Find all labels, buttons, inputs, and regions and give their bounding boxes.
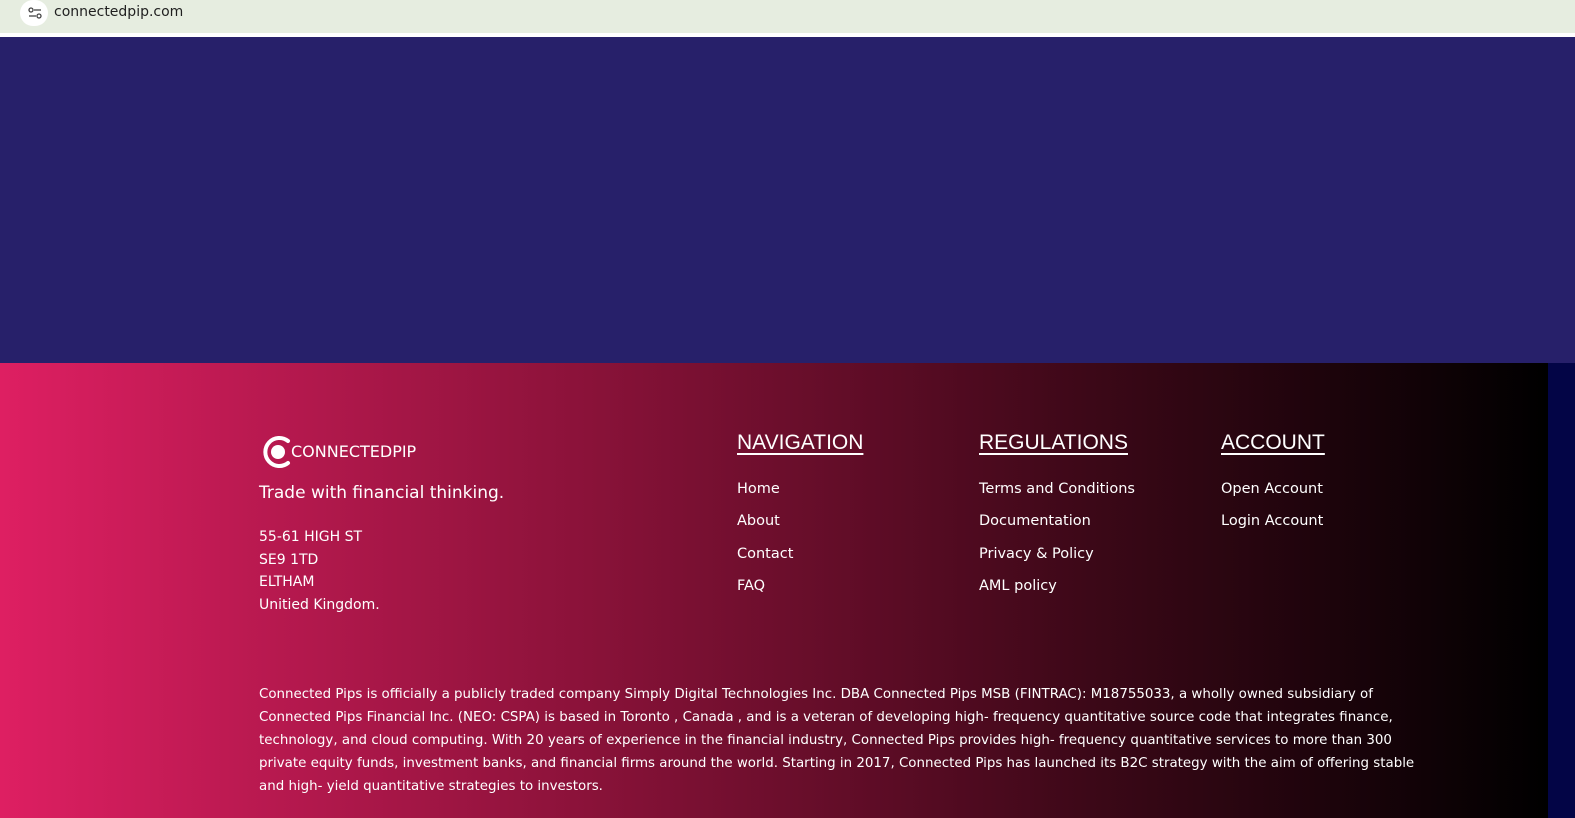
logo-text: CONNECTEDPIP — [291, 442, 417, 461]
navigation-column: NAVIGATION Home About Contact FAQ — [737, 431, 863, 602]
connectedpip-logo[interactable]: CONNECTEDPIP — [261, 434, 461, 470]
page-edge-strip — [1548, 363, 1575, 818]
address-line: 55-61 HIGH ST — [259, 529, 363, 545]
logo-mark-icon — [263, 436, 290, 468]
tagline: Trade with financial thinking. — [259, 483, 505, 503]
site-footer: CONNECTEDPIP Trade with financial thinki… — [0, 363, 1548, 818]
browser-address-bar: connectedpip.com — [0, 0, 1575, 37]
address-line: ELTHAM — [259, 574, 315, 590]
company-disclaimer: Connected Pips is officially a publicly … — [259, 687, 1415, 794]
site-settings-icon[interactable] — [20, 0, 48, 26]
company-address: 55-61 HIGH ST SE9 1TD ELTHAM Unitied Kin… — [259, 526, 380, 616]
url-field[interactable]: connectedpip.com — [18, 0, 618, 26]
regulations-heading: REGULATIONS — [979, 431, 1128, 454]
regulations-column: REGULATIONS Terms and Conditions Documen… — [979, 431, 1135, 602]
footer-link-login-account[interactable]: Login Account — [1221, 505, 1325, 537]
url-text[interactable]: connectedpip.com — [54, 4, 183, 20]
footer-link-about[interactable]: About — [737, 505, 863, 537]
address-line: Unitied Kingdom. — [259, 596, 380, 613]
footer-link-home[interactable]: Home — [737, 473, 863, 505]
footer-link-contact[interactable]: Contact — [737, 538, 863, 570]
footer-link-documentation[interactable]: Documentation — [979, 505, 1135, 537]
account-column: ACCOUNT Open Account Login Account — [1221, 431, 1325, 538]
account-heading: ACCOUNT — [1221, 431, 1325, 454]
footer-link-open-account[interactable]: Open Account — [1221, 473, 1325, 505]
footer-link-faq[interactable]: FAQ — [737, 570, 863, 602]
navigation-heading: NAVIGATION — [737, 431, 864, 454]
hero-section — [0, 37, 1575, 363]
address-line: SE9 1TD — [259, 551, 319, 568]
footer-link-aml[interactable]: AML policy — [979, 570, 1135, 602]
footer-link-privacy[interactable]: Privacy & Policy — [979, 538, 1135, 570]
footer-link-terms[interactable]: Terms and Conditions — [979, 473, 1135, 505]
